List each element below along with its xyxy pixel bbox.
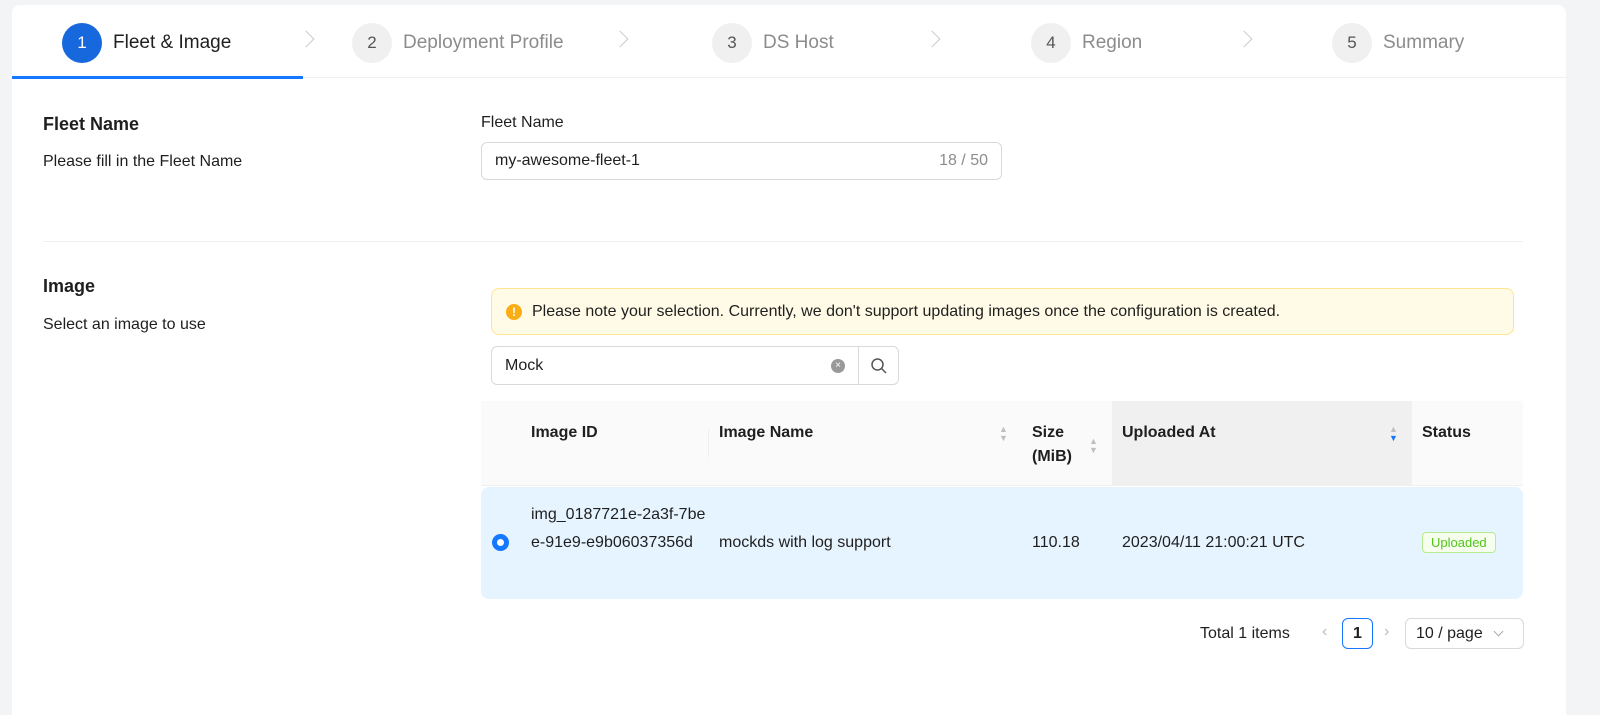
fleet-section-title: Fleet Name (43, 114, 140, 134)
col-status: Status (1422, 424, 1471, 441)
search-icon (870, 357, 887, 374)
chevron-right-icon (297, 30, 315, 48)
row-radio[interactable] (492, 534, 509, 551)
warning-icon: ! (506, 303, 522, 320)
table-row[interactable]: img_0187721e-2a3f-7bee-91e9-e9b06037356d… (481, 487, 1523, 599)
step-number: 2 (352, 23, 392, 63)
clear-icon[interactable]: × (831, 358, 845, 373)
pagination-total: Total 1 items (1200, 625, 1290, 642)
page-size-select[interactable]: 10 / page (1405, 618, 1524, 649)
image-search-input[interactable]: Mock × (491, 346, 859, 385)
chevron-right-icon (1235, 30, 1253, 48)
search-value: Mock (505, 356, 544, 374)
step-region[interactable]: 4 Region (1031, 23, 1142, 63)
step-number: 5 (1332, 23, 1372, 63)
chevron-right-icon (611, 30, 629, 48)
step-number: 3 (712, 23, 752, 63)
fleet-section-desc: Please fill in the Fleet Name (43, 153, 243, 170)
images-table: Image ID Image Name ▲ ▼ Size (MiB) ▲ ▼ Upl… (481, 401, 1523, 601)
fleet-name-input[interactable]: my-awesome-fleet-1 18 / 50 (481, 142, 1002, 180)
chevron-right-icon (923, 30, 941, 48)
search-button[interactable] (858, 346, 899, 385)
active-step-underline (12, 76, 303, 79)
image-section-desc: Select an image to use (43, 316, 206, 333)
cell-image-name: mockds with log support (719, 534, 891, 551)
image-section-title: Image (43, 276, 96, 296)
prev-page-icon[interactable]: ‹ (1322, 623, 1327, 641)
chevron-down-icon (1493, 626, 1504, 637)
step-number: 4 (1031, 23, 1071, 63)
char-counter: 18 / 50 (939, 152, 988, 169)
col-divider (708, 429, 709, 457)
steps-bar: 1 Fleet & Image 2 Deployment Profile 3 DS H… (12, 5, 1566, 79)
step-label: DS Host (763, 32, 834, 53)
page-size-value: 10 / page (1416, 624, 1483, 642)
col-image-id: Image ID (531, 424, 598, 441)
step-summary[interactable]: 5 Summary (1332, 23, 1464, 63)
alert-text: Please note your selection. Currently, w… (532, 302, 1281, 320)
sort-icon[interactable]: ▲ ▼ (999, 425, 1008, 443)
step-label: Summary (1383, 32, 1465, 53)
col-image-name[interactable]: Image Name (719, 401, 813, 486)
step-ds-host[interactable]: 3 DS Host (712, 23, 834, 63)
col-uploaded-at[interactable]: Uploaded At (1122, 401, 1216, 486)
step-label: Region (1082, 32, 1143, 53)
wizard-card: 1 Fleet & Image 2 Deployment Profile 3 DS H… (12, 5, 1566, 715)
section-divider (43, 241, 1523, 242)
col-size[interactable]: Size (MiB) (1032, 401, 1077, 486)
sort-desc-icon[interactable]: ▲ ▼ (1389, 425, 1398, 443)
step-label: Deployment Profile (403, 32, 564, 53)
step-fleet-image[interactable]: 1 Fleet & Image (62, 23, 231, 63)
warning-alert: ! Please note your selection. Currently,… (491, 288, 1514, 335)
fleet-name-label: Fleet Name (481, 114, 564, 131)
step-number: 1 (62, 23, 102, 63)
cell-uploaded-at: 2023/04/11 21:00:21 UTC (1122, 534, 1305, 551)
cell-image-id: img_0187721e-2a3f-7bee-91e9-e9b06037356d (531, 506, 706, 551)
page-1-button[interactable]: 1 (1342, 618, 1373, 649)
step-label: Fleet & Image (113, 32, 232, 53)
sort-icon[interactable]: ▲ ▼ (1089, 437, 1098, 455)
next-page-icon[interactable]: › (1384, 623, 1389, 641)
step-deployment-profile[interactable]: 2 Deployment Profile (352, 23, 564, 63)
fleet-name-value: my-awesome-fleet-1 (495, 152, 640, 169)
cell-size: 110.18 (1032, 534, 1080, 551)
status-badge: Uploaded (1422, 532, 1496, 553)
